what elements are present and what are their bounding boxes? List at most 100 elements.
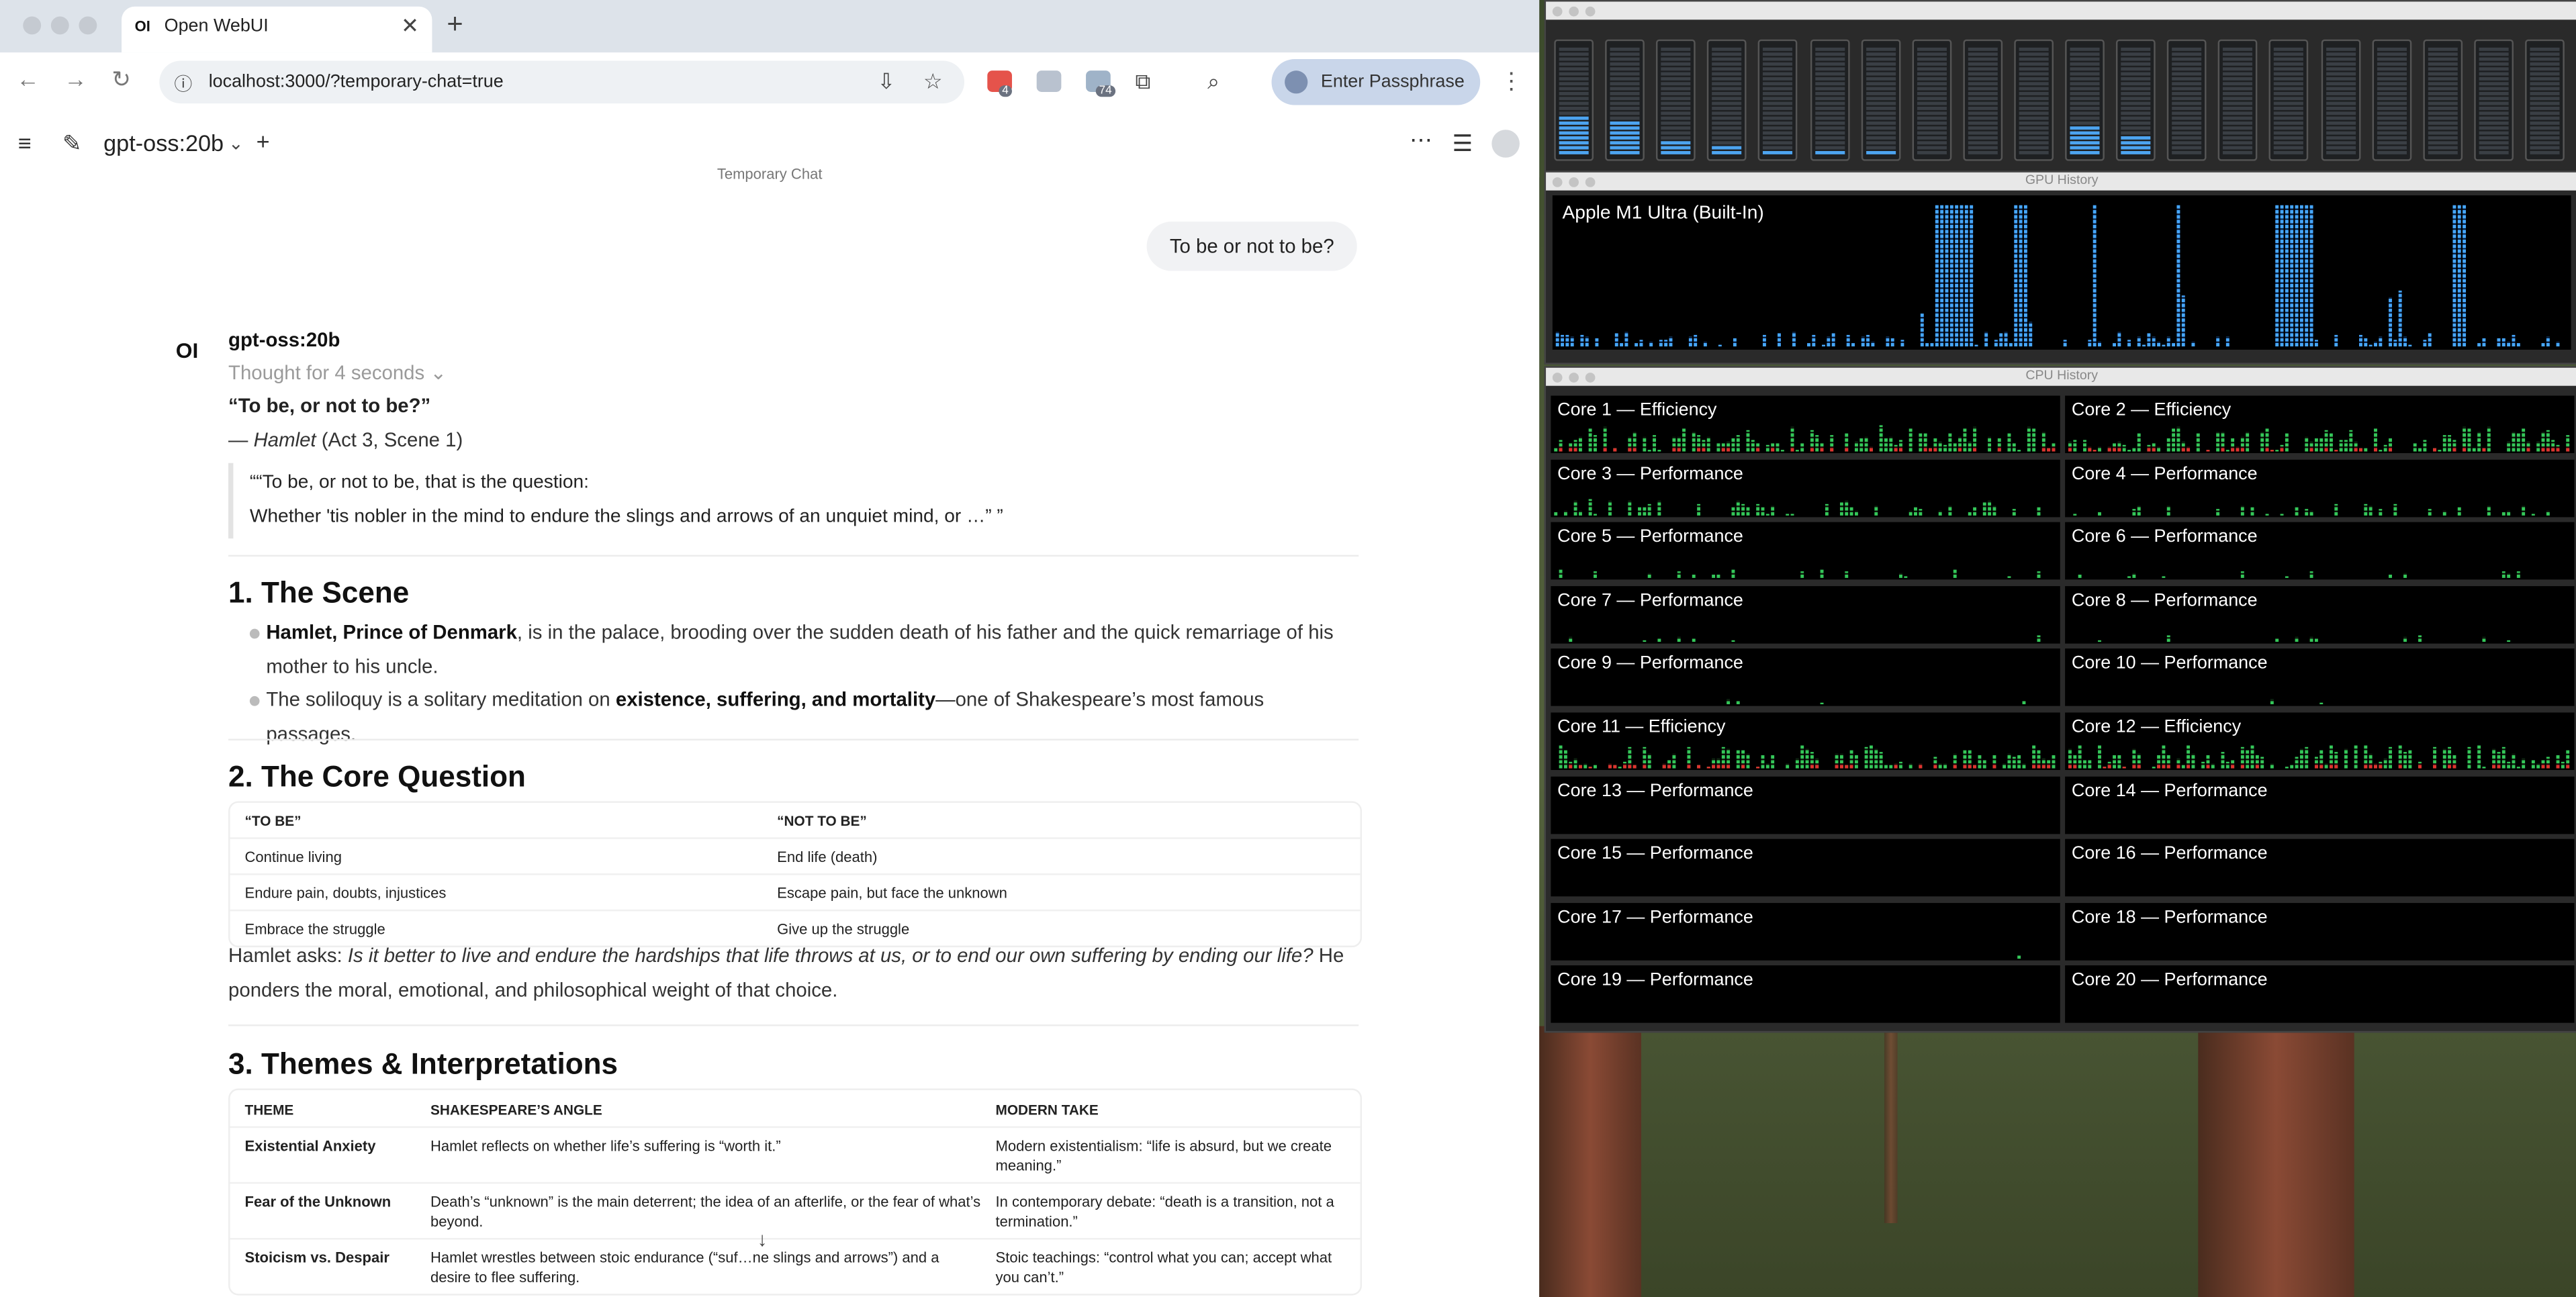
install-app-icon[interactable]: ⇩ [877, 69, 895, 95]
reload-icon[interactable]: ↻ [111, 66, 131, 94]
meter-segment [2070, 131, 2100, 135]
minimize-window-button[interactable] [1569, 6, 1579, 17]
bullet-bold: existence, suffering, and mortality [615, 687, 936, 711]
cpu-history-bar [1963, 428, 1967, 452]
user-avatar[interactable] [1491, 130, 1520, 158]
gpu-history-bar [2191, 341, 2195, 347]
cpu-system-bar [1933, 446, 1937, 452]
meter-segment [2274, 67, 2304, 71]
extensions-puzzle-icon[interactable]: ⧉ [1135, 69, 1150, 95]
meter-segment [2070, 47, 2100, 51]
gpu-history-bar [1861, 336, 1865, 347]
meter-segment [2530, 91, 2560, 95]
cpu-history-bar [2561, 761, 2565, 769]
meter-segment [1814, 136, 1845, 140]
gpu-history-bar [2507, 341, 2511, 347]
meter-segment [2274, 101, 2304, 105]
browser-menu-icon[interactable]: ⋮ [1500, 67, 1523, 95]
close-window-button[interactable] [1552, 6, 1563, 17]
meter-segment [2274, 82, 2304, 86]
add-model-button[interactable]: + [257, 128, 270, 154]
meter-segment [2428, 62, 2458, 66]
minimize-window-button[interactable] [50, 16, 69, 35]
cpu-history-bar [2522, 505, 2526, 515]
cpu-history-bar [2201, 761, 2205, 769]
gpu-history-bar [2166, 336, 2170, 347]
meter-segment [2070, 57, 2100, 61]
gpu-history-bar [1866, 334, 1870, 347]
thought-toggle[interactable]: Thought for 4 seconds ⌄ [228, 361, 447, 384]
cpu-history-bar [2176, 426, 2180, 452]
cpu-history-bar [2265, 513, 2269, 515]
gpu-history-bar [1831, 333, 1835, 347]
scroll-down-arrow-icon[interactable]: ↓ [757, 1228, 768, 1251]
meter-segment [2530, 136, 2560, 140]
tab-search-icon[interactable]: ⌕ [1207, 69, 1220, 95]
forward-arrow-icon[interactable]: → [64, 66, 87, 92]
new-chat-edit-icon[interactable]: ✎ [62, 130, 82, 158]
cpu-history-bar [1716, 443, 1720, 452]
cpu-history-bar [1800, 443, 1804, 452]
zoom-window-button[interactable] [79, 16, 97, 35]
themes-table: THEME SHAKESPEARE’S ANGLE MODERN TAKE Ex… [228, 1088, 1363, 1296]
address-bar[interactable]: ⓘ localhost:3000/?temporary-chat=true ⇩ … [159, 60, 965, 104]
cpu-history-bar [2314, 438, 2318, 452]
close-window-button[interactable] [23, 16, 42, 35]
meter-segment [2479, 77, 2509, 81]
cpu-history-bar [2122, 444, 2126, 452]
cpu-system-bar [2433, 763, 2437, 769]
chat-controls-icon[interactable]: ☰ [1453, 130, 1473, 158]
cpu-core-graph: Core 2 — Efficiency [2065, 395, 2575, 453]
chevron-down-icon[interactable]: ⌄ [228, 133, 244, 154]
meter-segment [2325, 101, 2355, 105]
cpu-history-bar [1938, 763, 1942, 769]
cpu-history-bar [2487, 505, 2491, 515]
meter-segment [1661, 101, 1691, 105]
cpu-history-bar [1953, 570, 1957, 579]
bookmark-star-icon[interactable]: ☆ [923, 69, 943, 95]
meter-segment [2223, 52, 2253, 56]
more-options-icon[interactable]: ⋯ [1410, 126, 1432, 154]
meter-segment [2070, 91, 2100, 95]
cpu-system-bar [1697, 765, 1701, 769]
back-arrow-icon[interactable]: ← [16, 66, 39, 92]
zoom-window-button[interactable] [1585, 6, 1596, 17]
meter-segment [2121, 87, 2151, 91]
gpu-history-bar [2556, 341, 2560, 347]
cpu-history-bar [2166, 438, 2170, 452]
meter-segment [1866, 116, 1896, 120]
meter-segment [2019, 47, 2049, 51]
meter-segment [2376, 141, 2406, 145]
model-selector[interactable]: gpt-oss:20b [103, 130, 224, 156]
cpu-history-bar [2117, 755, 2121, 769]
cpu-system-bar [2265, 446, 2269, 452]
extension-icon[interactable] [1036, 70, 1062, 92]
site-info-icon[interactable]: ⓘ [174, 70, 192, 97]
cpu-system-bar [2374, 763, 2377, 769]
meter-segment [1712, 116, 1742, 120]
cpu-system-bar [2452, 763, 2456, 769]
cpu-history-bar [2418, 634, 2422, 642]
cpu-history-bar [2512, 432, 2516, 452]
meter-segment [1559, 72, 1589, 76]
close-tab-icon[interactable]: ✕ [401, 13, 419, 40]
cpu-history-bar [2482, 636, 2486, 642]
browser-tab[interactable]: OI Open WebUI ✕ [122, 6, 432, 53]
cpu-core-graph: Core 9 — Performance [1551, 648, 2060, 707]
cpu-system-bar [2047, 763, 2051, 769]
cpu-system-bar [1721, 446, 1725, 452]
meter-segment [2376, 106, 2406, 110]
gpu-history-bar [1935, 205, 1939, 347]
meter-segment [2376, 72, 2406, 76]
enter-passphrase-button[interactable]: Enter Passphrase [1271, 59, 1481, 105]
url-text[interactable]: localhost:3000/?temporary-chat=true [209, 73, 504, 92]
cpu-history-bar [2270, 700, 2274, 706]
meter-segment [2172, 82, 2202, 86]
sidebar-toggle-icon[interactable]: ≡ [18, 130, 32, 156]
meter-segment [2479, 82, 2509, 86]
new-tab-button[interactable]: + [447, 8, 463, 41]
core-label: Core 20 — Performance [2071, 971, 2268, 991]
meter-segment [1968, 77, 1998, 81]
meter-segment [1917, 146, 1947, 150]
cpu-history-bar [1677, 636, 1681, 642]
